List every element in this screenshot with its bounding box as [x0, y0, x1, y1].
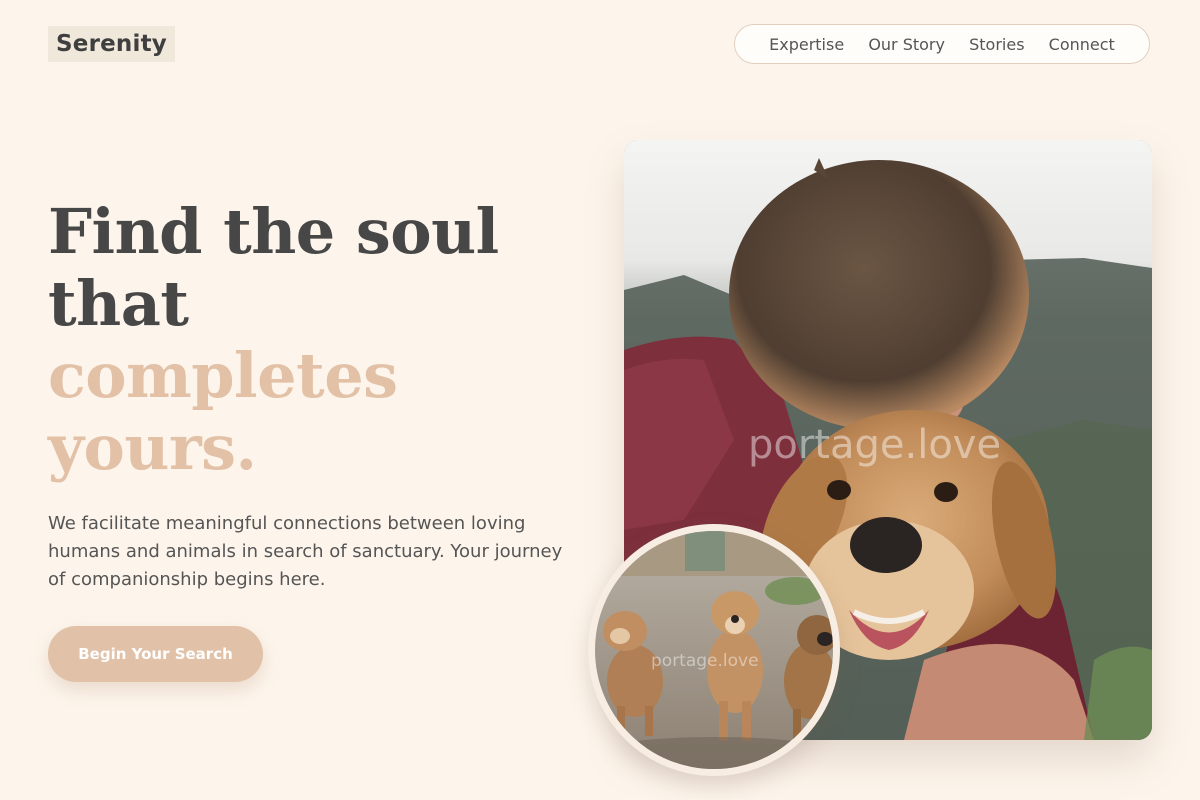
begin-search-button[interactable]: Begin Your Search — [48, 626, 263, 682]
brand-logo[interactable]: Serenity — [48, 26, 175, 62]
three-puppies-illustration — [595, 531, 833, 769]
hero-description: We facilitate meaningful connections bet… — [48, 513, 563, 590]
headline-line-1: Find the soul — [48, 195, 499, 268]
headline-line-4: yours. — [48, 411, 257, 484]
hero-headline: Find the soul that completes yours. — [48, 196, 568, 484]
nav-link-connect[interactable]: Connect — [1049, 35, 1115, 54]
main-nav: Expertise Our Story Stories Connect — [734, 24, 1150, 64]
headline-line-3: completes — [48, 339, 398, 412]
landing-page: Serenity Expertise Our Story Stories Con… — [0, 0, 1200, 800]
nav-link-our-story[interactable]: Our Story — [868, 35, 945, 54]
nav-link-expertise[interactable]: Expertise — [769, 35, 844, 54]
puppies-photo-circle: portage.love — [588, 524, 840, 776]
headline-line-2: that — [48, 267, 189, 340]
puppies-photo: portage.love — [595, 531, 833, 769]
nav-link-stories[interactable]: Stories — [969, 35, 1024, 54]
